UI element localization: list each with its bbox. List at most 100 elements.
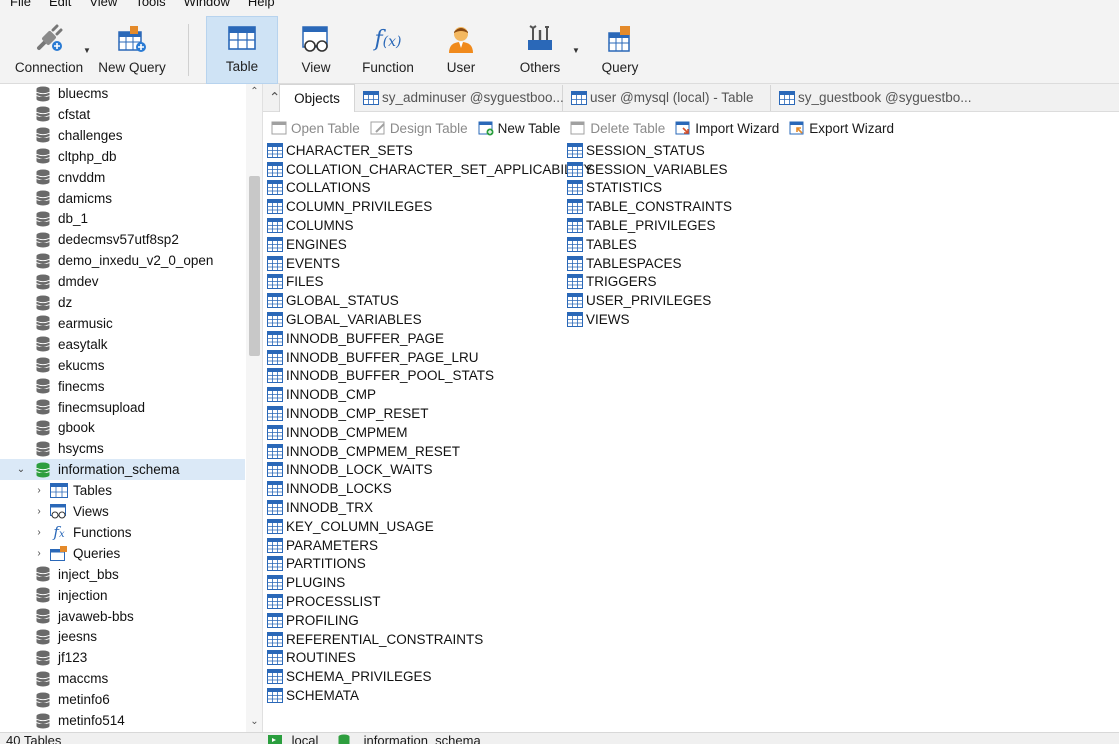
tree-database[interactable]: demo_inxedu_v2_0_open	[0, 250, 245, 271]
table-list-item[interactable]: INNODB_CMPMEM	[267, 423, 408, 442]
menu-window[interactable]: Window	[174, 0, 238, 10]
tree-database[interactable]: finecms	[0, 376, 245, 397]
connection-dropdown-icon[interactable]: ▼	[83, 46, 91, 55]
table-list-item[interactable]: SESSION_STATUS	[567, 141, 705, 160]
view-button[interactable]: View	[285, 18, 347, 82]
table-list-item[interactable]: TABLE_CONSTRAINTS	[567, 197, 732, 216]
table-list-item[interactable]: INNODB_BUFFER_PAGE	[267, 329, 444, 348]
tree-database[interactable]: bluecms	[0, 84, 245, 104]
table-list-item[interactable]: GLOBAL_STATUS	[267, 291, 399, 310]
table-list-item[interactable]: TABLESPACES	[567, 254, 682, 273]
table-list-item[interactable]: PARTITIONS	[267, 555, 366, 574]
chevron-right-icon[interactable]: ›	[34, 527, 44, 538]
tree-database[interactable]: cfstat	[0, 104, 245, 125]
tree-schema-child[interactable]: › Queries	[0, 543, 245, 564]
tree-database[interactable]: easytalk	[0, 334, 245, 355]
new-table-button[interactable]: New Table	[478, 120, 560, 136]
table-button[interactable]: Table	[206, 16, 278, 84]
chevron-right-icon[interactable]: ›	[34, 548, 44, 559]
table-list-item[interactable]: TABLE_PRIVILEGES	[567, 216, 716, 235]
tree-database[interactable]: cltphp_db	[0, 146, 245, 167]
table-list-item[interactable]: VIEWS	[567, 310, 630, 329]
others-button[interactable]: Others	[510, 18, 570, 82]
tree-database[interactable]: maccms	[0, 668, 245, 689]
table-list-item[interactable]: TRIGGERS	[567, 273, 657, 292]
tree-database[interactable]: injection	[0, 585, 245, 606]
menu-file[interactable]: File	[0, 0, 39, 10]
query-button[interactable]: Query	[592, 18, 648, 82]
table-list-item[interactable]: SCHEMA_PRIVILEGES	[267, 667, 432, 686]
table-list-item[interactable]: SESSION_VARIABLES	[567, 160, 728, 179]
table-list-item[interactable]: INNODB_BUFFER_PAGE_LRU	[267, 348, 479, 367]
table-list-item[interactable]: COLUMN_PRIVILEGES	[267, 197, 432, 216]
table-list-item[interactable]: INNODB_LOCK_WAITS	[267, 461, 433, 480]
others-dropdown-icon[interactable]: ▼	[572, 46, 580, 55]
tree-schema-child[interactable]: › Tables	[0, 480, 245, 501]
tree-database[interactable]: hsycms	[0, 438, 245, 459]
tree-database[interactable]: dmdev	[0, 271, 245, 292]
tree-database[interactable]: earmusic	[0, 313, 245, 334]
table-list-item[interactable]: SCHEMATA	[267, 686, 359, 705]
tree-database[interactable]: gbook	[0, 417, 245, 438]
user-button[interactable]: User	[432, 18, 490, 82]
tree-scrollbar[interactable]: ⌃ ⌄	[246, 84, 262, 732]
table-list-item[interactable]: USER_PRIVILEGES	[567, 291, 711, 310]
table-list-item[interactable]: COLUMNS	[267, 216, 354, 235]
table-list-item[interactable]: STATISTICS	[567, 179, 662, 198]
table-list-item[interactable]: ENGINES	[267, 235, 347, 254]
tree-database[interactable]: jf123	[0, 647, 245, 668]
table-list-item[interactable]: ROUTINES	[267, 649, 356, 668]
tab-sy-adminuser[interactable]: sy_adminuser @syguestboo...	[355, 84, 564, 111]
table-list-item[interactable]: INNODB_LOCKS	[267, 479, 392, 498]
table-list-item[interactable]: PARAMETERS	[267, 536, 378, 555]
import-wizard-button[interactable]: Import Wizard	[675, 120, 779, 136]
tree-database[interactable]: inject_bbs	[0, 564, 245, 585]
delete-table-button[interactable]: Delete Table	[570, 120, 665, 136]
chevron-right-icon[interactable]: ›	[34, 485, 44, 496]
tree-database[interactable]: javaweb-bbs	[0, 606, 245, 627]
tab-user-mysql[interactable]: user @mysql (local) - Table	[563, 84, 771, 111]
tree-database[interactable]: jeesns	[0, 626, 245, 647]
table-list-item[interactable]: INNODB_BUFFER_POOL_STATS	[267, 367, 494, 386]
table-list-item[interactable]: COLLATION_CHARACTER_SET_APPLICABILITY	[267, 160, 593, 179]
tree-schema-child[interactable]: › fx Functions	[0, 522, 245, 543]
table-list-item[interactable]: INNODB_CMP	[267, 385, 376, 404]
chevron-down-icon[interactable]: ⌄	[16, 464, 26, 475]
table-list-item[interactable]: PLUGINS	[267, 573, 345, 592]
table-list-item[interactable]: CHARACTER_SETS	[267, 141, 413, 160]
tree-database[interactable]: db_1	[0, 208, 245, 229]
tree-schema-child[interactable]: › Views	[0, 501, 245, 522]
tree-database[interactable]: dedecmsv57utf8sp2	[0, 229, 245, 250]
connection-button[interactable]: Connection	[10, 18, 88, 82]
table-list-item[interactable]: INNODB_CMPMEM_RESET	[267, 442, 460, 461]
table-list-item[interactable]: TABLES	[567, 235, 637, 254]
tab-sy-guestbook[interactable]: sy_guestbook @syguestbo...	[771, 85, 979, 111]
table-list-item[interactable]: REFERENTIAL_CONSTRAINTS	[267, 630, 483, 649]
table-list-item[interactable]: PROFILING	[267, 611, 359, 630]
scrollbar-thumb[interactable]	[249, 176, 260, 356]
tab-objects[interactable]: Objects	[279, 83, 355, 112]
table-list-item[interactable]: EVENTS	[267, 254, 340, 273]
tree-database[interactable]: cnvddm	[0, 167, 245, 188]
scroll-up-icon[interactable]: ⌃	[246, 84, 262, 100]
menu-view[interactable]: View	[79, 0, 125, 10]
tree-database[interactable]: dz	[0, 292, 245, 313]
menu-tools[interactable]: Tools	[125, 0, 173, 10]
table-list-item[interactable]: KEY_COLUMN_USAGE	[267, 517, 434, 536]
new-query-button[interactable]: New Query	[96, 18, 168, 82]
tree-database[interactable]: challenges	[0, 125, 245, 146]
tabs-scroll-up-icon[interactable]: ⌃	[263, 85, 280, 111]
tree-database[interactable]: metinfo6	[0, 689, 245, 710]
export-wizard-button[interactable]: Export Wizard	[789, 120, 894, 136]
tree-database[interactable]: damicms	[0, 188, 245, 209]
table-list-item[interactable]: INNODB_TRX	[267, 498, 373, 517]
tree-database[interactable]: ekucms	[0, 355, 245, 376]
tree-database[interactable]: metinfo514	[0, 710, 245, 731]
menu-edit[interactable]: Edit	[39, 0, 79, 10]
table-list-item[interactable]: PROCESSLIST	[267, 592, 381, 611]
chevron-right-icon[interactable]: ›	[34, 506, 44, 517]
table-list-item[interactable]: FILES	[267, 273, 324, 292]
table-list-item[interactable]: GLOBAL_VARIABLES	[267, 310, 422, 329]
scroll-down-icon[interactable]: ⌄	[246, 714, 262, 730]
function-button[interactable]: f(x) Function	[356, 18, 420, 82]
